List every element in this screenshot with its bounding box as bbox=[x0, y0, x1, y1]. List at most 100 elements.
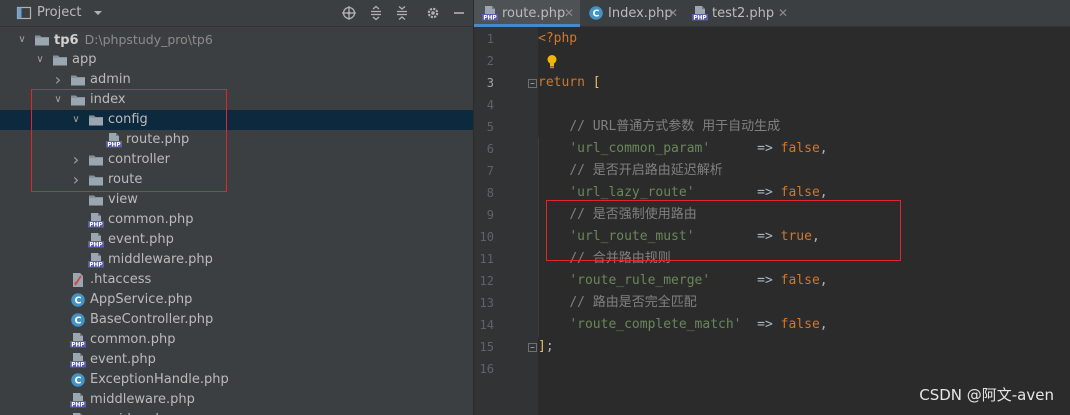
project-panel-header: Project bbox=[0, 0, 473, 27]
tree-item-route-php[interactable]: PHP route.php bbox=[0, 130, 473, 150]
chevron-down-icon[interactable]: ∨ bbox=[51, 90, 65, 110]
htaccess-file-icon bbox=[73, 273, 83, 287]
tree-item-htaccess[interactable]: .htaccess bbox=[0, 270, 473, 290]
tree-item-label: common.php bbox=[90, 330, 176, 350]
line-number: 5 bbox=[486, 120, 494, 134]
tree-item-view[interactable]: view bbox=[0, 190, 473, 210]
code-line: return [ bbox=[538, 72, 601, 94]
chevron-down-icon[interactable]: ∨ bbox=[15, 30, 29, 50]
code-token: false bbox=[780, 273, 820, 288]
tab-label: test2.php bbox=[712, 6, 775, 21]
line-number: 15 bbox=[479, 340, 494, 354]
chevron-right-icon[interactable]: › bbox=[51, 70, 65, 90]
line-number: 12 bbox=[479, 274, 494, 288]
tab-label: Index.php bbox=[608, 6, 673, 21]
code-token: // URL普通方式参数 用于自动生成 bbox=[569, 119, 781, 134]
tree-item-provider-php[interactable]: PHPprovider.php bbox=[0, 410, 473, 415]
tab-route[interactable]: PHP route.php ✕ bbox=[474, 0, 580, 27]
tree-item-label: route.php bbox=[126, 130, 189, 150]
line-number: 2 bbox=[486, 54, 494, 68]
tree-item-config[interactable]: ∨ config bbox=[0, 110, 473, 130]
code-token: // 路由是否完全匹配 bbox=[569, 295, 697, 310]
fold-marker-icon[interactable] bbox=[528, 343, 537, 352]
svg-text:C: C bbox=[593, 9, 600, 20]
tree-item-name: AppService.php bbox=[90, 292, 193, 307]
tab-index[interactable]: C Index.php ✕ bbox=[580, 0, 684, 27]
line-number: 13 bbox=[479, 296, 494, 310]
tree-item-index[interactable]: ∨ index bbox=[0, 90, 473, 110]
tab-label: route.php bbox=[502, 6, 566, 21]
tree-item-basecontroller[interactable]: C BaseController.php bbox=[0, 310, 473, 330]
crosshair-icon[interactable] bbox=[341, 5, 357, 21]
chevron-down-icon[interactable]: ∨ bbox=[69, 110, 83, 130]
svg-text:PHP: PHP bbox=[71, 343, 85, 348]
tree-item-label: event.php bbox=[108, 230, 174, 250]
close-icon[interactable]: ✕ bbox=[564, 0, 574, 27]
fold-marker-icon[interactable] bbox=[528, 79, 537, 88]
chevron-down-icon[interactable]: ∨ bbox=[33, 50, 47, 70]
line-number: 11 bbox=[479, 252, 494, 266]
close-icon[interactable]: ✕ bbox=[778, 0, 788, 27]
code-token: // 是否开启路由延迟解析 bbox=[569, 163, 723, 178]
chevron-down-icon[interactable] bbox=[90, 5, 106, 21]
chevron-right-icon[interactable]: › bbox=[69, 150, 83, 170]
tree-item-middleware-php[interactable]: PHP middleware.php bbox=[0, 390, 473, 410]
close-icon[interactable]: ✕ bbox=[668, 0, 678, 27]
tree-item-label: config bbox=[108, 110, 148, 130]
tree-item-event-php[interactable]: PHP event.php bbox=[0, 350, 473, 370]
tree-item-label: middleware.php bbox=[108, 250, 213, 270]
tree-item-event-php-index[interactable]: PHP event.php bbox=[0, 230, 473, 250]
code-token: // 合并路由规则 bbox=[569, 251, 671, 266]
tree-item-middleware-php-index[interactable]: PHP middleware.php bbox=[0, 250, 473, 270]
tree-item-label: index bbox=[90, 90, 126, 110]
code-token: false bbox=[780, 185, 820, 200]
collapse-all-icon[interactable] bbox=[394, 5, 410, 21]
svg-text:PHP: PHP bbox=[71, 363, 85, 368]
tree-item-label: route bbox=[108, 170, 142, 190]
svg-text:PHP: PHP bbox=[107, 143, 121, 148]
project-path: D:\phpstudy_pro\tp6 bbox=[84, 32, 213, 47]
code-token: 'route_complete_match' bbox=[569, 317, 742, 332]
folder-icon bbox=[71, 75, 85, 86]
tree-item-name: route.php bbox=[126, 132, 190, 147]
tab-test2[interactable]: PHP test2.php ✕ bbox=[684, 0, 794, 27]
code-area[interactable]: <?php return [ // URL普通方式参数 用于自动生成 'url_c… bbox=[538, 27, 1070, 415]
gear-icon[interactable] bbox=[425, 5, 441, 21]
tree-item-appservice[interactable]: C AppService.php bbox=[0, 290, 473, 310]
code-token: , bbox=[819, 273, 828, 288]
tree-item-name: config bbox=[108, 112, 148, 127]
line-number: 6 bbox=[486, 142, 494, 156]
tree-item-tp6[interactable]: ∨ tp6 D:\phpstudy_pro\tp6 bbox=[0, 30, 473, 50]
code-token: , bbox=[819, 317, 828, 332]
tree-item-common-php-index[interactable]: PHP common.php bbox=[0, 210, 473, 230]
tree-item-label: common.php bbox=[108, 210, 194, 230]
code-token: , bbox=[819, 141, 828, 156]
project-title[interactable]: Project bbox=[37, 5, 81, 20]
tree-item-label: tp6 D:\phpstudy_pro\tp6 bbox=[54, 30, 213, 51]
tree-item-controller[interactable]: › controller bbox=[0, 150, 473, 170]
php-class-icon: C bbox=[71, 293, 85, 307]
lightbulb-icon[interactable] bbox=[544, 53, 560, 69]
tree-item-label: BaseController.php bbox=[90, 310, 213, 330]
tree-item-name: middleware.php bbox=[90, 392, 195, 407]
expand-all-icon[interactable] bbox=[368, 5, 384, 21]
project-view-icon[interactable] bbox=[16, 5, 32, 21]
code-token: ; bbox=[545, 339, 554, 354]
chevron-right-icon[interactable]: › bbox=[69, 170, 83, 190]
tree-item-route[interactable]: › route bbox=[0, 170, 473, 190]
code-token: => bbox=[694, 185, 781, 200]
tree-item-exceptionhandle[interactable]: C ExceptionHandle.php bbox=[0, 370, 473, 390]
tree-item-common-php[interactable]: PHP common.php bbox=[0, 330, 473, 350]
tree-item-name: app bbox=[72, 52, 97, 67]
code-line: 'route_complete_match' => false, bbox=[538, 314, 828, 336]
svg-text:PHP: PHP bbox=[89, 223, 103, 228]
tree-item-name: BaseController.php bbox=[90, 312, 214, 327]
line-number-gutter: 1 2 3 4 5 6 7 8 9 10 11 12 13 14 15 16 bbox=[474, 27, 538, 415]
code-line: <?php bbox=[538, 28, 577, 50]
tree-item-app[interactable]: ∨ app bbox=[0, 50, 473, 70]
code-token: false bbox=[780, 317, 820, 332]
tree-item-admin[interactable]: › admin bbox=[0, 70, 473, 90]
hide-panel-icon[interactable] bbox=[451, 5, 467, 21]
